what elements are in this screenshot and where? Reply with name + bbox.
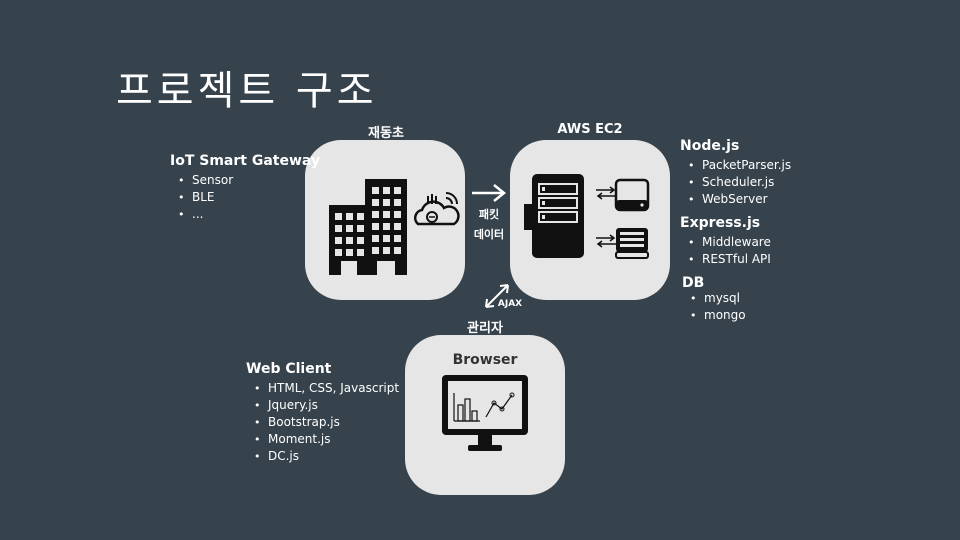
buildings-icon bbox=[329, 179, 407, 275]
db-group: DB mysql mongo bbox=[682, 274, 746, 324]
packet-label-line2: 데이터 bbox=[473, 228, 505, 241]
list-item: HTML, CSS, Javascript bbox=[254, 380, 399, 397]
iot-cloud-icon bbox=[413, 192, 460, 226]
client-label: 관리자 bbox=[467, 321, 503, 336]
packet-label: 패킷 데이터 bbox=[466, 207, 512, 243]
database-icon bbox=[615, 228, 649, 259]
list-item: Jquery.js bbox=[254, 397, 399, 414]
nodejs-list: PacketParser.js Scheduler.js WebServer bbox=[680, 157, 791, 208]
list-item: BLE bbox=[178, 189, 320, 206]
server-label: AWS EC2 bbox=[557, 122, 623, 137]
packet-label-line1: 패킷 bbox=[478, 208, 500, 221]
express-group: Express.js Middleware RESTful API bbox=[680, 214, 771, 268]
browser-label: Browser bbox=[452, 352, 518, 368]
nodejs-group: Node.js PacketParser.js Scheduler.js Web… bbox=[680, 137, 791, 208]
list-item: WebServer bbox=[688, 191, 791, 208]
ajax-label: AJAX bbox=[497, 299, 523, 309]
webclient-list: HTML, CSS, Javascript Jquery.js Bootstra… bbox=[246, 380, 399, 465]
list-item: Scheduler.js bbox=[688, 174, 791, 191]
iot-gateway-heading: IoT Smart Gateway bbox=[170, 153, 321, 169]
express-list: Middleware RESTful API bbox=[680, 234, 771, 268]
list-item: Sensor bbox=[178, 172, 320, 189]
hard-drive-icon bbox=[614, 178, 650, 212]
list-item: PacketParser.js bbox=[688, 157, 791, 174]
list-item: Middleware bbox=[688, 234, 771, 251]
list-item: Moment.js bbox=[254, 431, 399, 448]
server-icon bbox=[524, 174, 584, 258]
webclient-heading: Web Client bbox=[246, 361, 332, 377]
list-item: DC.js bbox=[254, 448, 399, 465]
page-title: 프로젝트 구조 bbox=[116, 68, 378, 114]
list-item: Bootstrap.js bbox=[254, 414, 399, 431]
express-heading: Express.js bbox=[680, 215, 761, 231]
iot-gateway-list: Sensor BLE ... bbox=[170, 172, 320, 223]
nodejs-heading: Node.js bbox=[680, 138, 740, 154]
webclient-group: Web Client HTML, CSS, Javascript Jquery.… bbox=[246, 360, 399, 465]
gateway-label: 재동초 bbox=[368, 126, 404, 141]
list-item: mongo bbox=[690, 307, 745, 324]
db-list: mysql mongo bbox=[682, 290, 746, 324]
list-item: mysql bbox=[690, 290, 746, 307]
iot-gateway-group: IoT Smart Gateway Sensor BLE ... bbox=[170, 152, 320, 223]
list-item: RESTful API bbox=[688, 251, 771, 268]
monitor-chart-icon bbox=[442, 375, 528, 451]
packet-arrow-icon bbox=[472, 184, 507, 202]
list-item: ... bbox=[178, 206, 320, 223]
